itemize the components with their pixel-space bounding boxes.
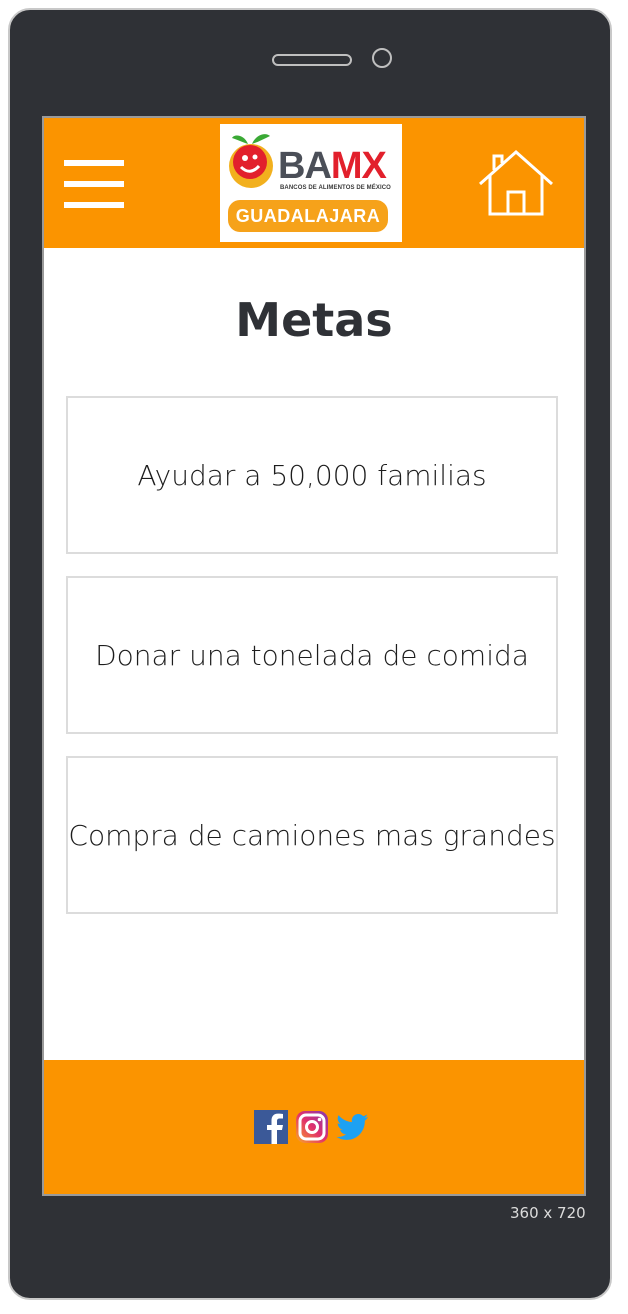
dimension-label: 360 x 720 bbox=[510, 1204, 586, 1222]
goal-label: Donar una tonelada de comida bbox=[95, 638, 529, 672]
hamburger-menu-icon[interactable] bbox=[64, 160, 124, 208]
goal-label: Compra de camiones mas grandes bbox=[68, 818, 556, 852]
phone-speaker bbox=[272, 54, 352, 66]
phone-camera bbox=[372, 48, 392, 68]
app-screen: BAMX BANCOS DE ALIMENTOS DE MÉXICO GUADA… bbox=[42, 116, 586, 1196]
facebook-icon[interactable] bbox=[254, 1110, 288, 1144]
goal-card[interactable]: Compra de camiones mas grandes bbox=[66, 756, 558, 914]
phone-frame: BAMX BANCOS DE ALIMENTOS DE MÉXICO GUADA… bbox=[8, 8, 612, 1300]
twitter-icon[interactable] bbox=[336, 1110, 370, 1144]
logo-banner: GUADALAJARA bbox=[228, 200, 388, 232]
goal-card[interactable]: Donar una tonelada de comida bbox=[66, 576, 558, 734]
fruit-mascot-icon bbox=[229, 134, 273, 188]
instagram-icon[interactable] bbox=[295, 1110, 329, 1144]
page-title: Metas bbox=[235, 293, 393, 347]
goal-label: Ayudar a 50,000 familias bbox=[137, 458, 487, 492]
bamx-logo[interactable]: BAMX BANCOS DE ALIMENTOS DE MÉXICO GUADA… bbox=[220, 124, 402, 242]
app-footer bbox=[44, 1060, 584, 1194]
home-icon[interactable] bbox=[476, 148, 556, 218]
logo-title: BAMX bbox=[278, 145, 387, 187]
app-header: BAMX BANCOS DE ALIMENTOS DE MÉXICO GUADA… bbox=[44, 118, 584, 248]
logo-subtitle: BANCOS DE ALIMENTOS DE MÉXICO bbox=[280, 185, 391, 191]
goal-card[interactable]: Ayudar a 50,000 familias bbox=[66, 396, 558, 554]
